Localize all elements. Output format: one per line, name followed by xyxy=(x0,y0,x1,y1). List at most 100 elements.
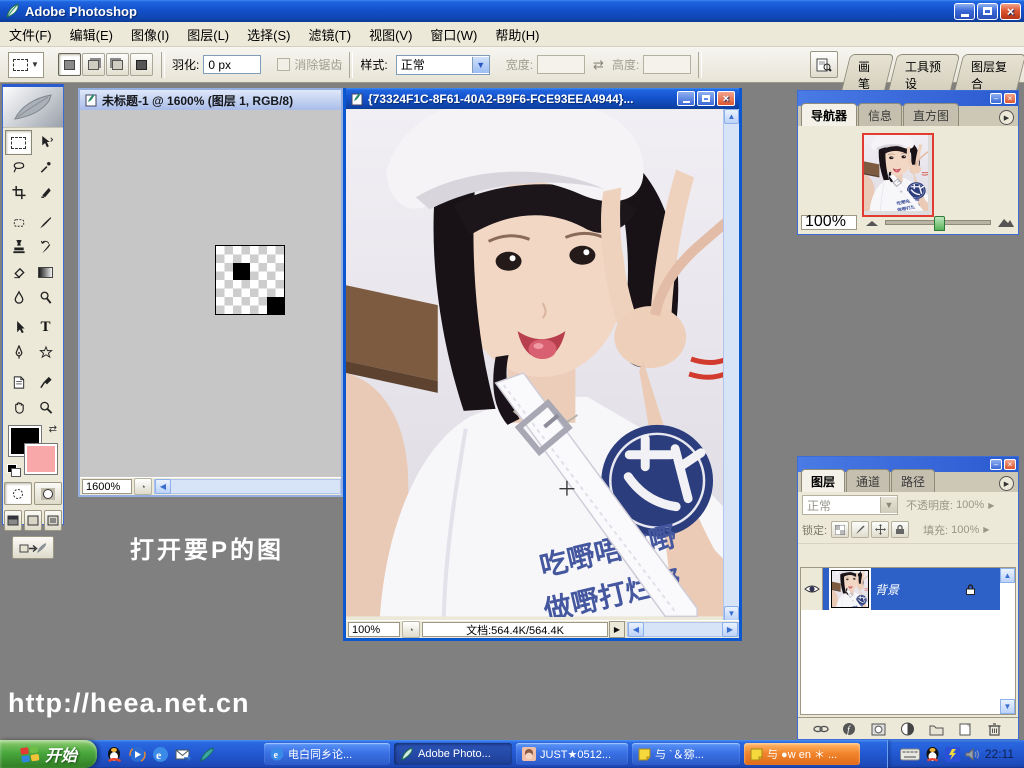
chevron-down-icon[interactable]: ▼ xyxy=(880,497,897,513)
tool-move[interactable] xyxy=(32,130,59,155)
menu-select[interactable]: 选择(S) xyxy=(238,22,299,47)
task-qq-chat-1[interactable]: JUST★0512... xyxy=(516,743,628,765)
tool-brush[interactable] xyxy=(32,210,59,235)
new-layer-icon[interactable] xyxy=(958,722,974,736)
tool-pen[interactable] xyxy=(5,340,32,365)
qq-service-tray-icon[interactable] xyxy=(944,746,960,762)
panel-close-button[interactable]: × xyxy=(1004,459,1016,470)
layer-mask-icon[interactable] xyxy=(871,722,887,736)
tab-navigator[interactable]: 导航器 xyxy=(801,103,858,126)
minimize-button[interactable] xyxy=(954,2,975,20)
doc-minimize-button[interactable] xyxy=(677,91,695,106)
app-titlebar[interactable]: Adobe Photoshop × xyxy=(0,0,1024,22)
menu-image[interactable]: 图像(I) xyxy=(122,22,178,47)
fill-value[interactable]: 100% xyxy=(951,524,979,536)
opacity-flyout-icon[interactable]: ▶ xyxy=(988,501,994,510)
doc1-titlebar[interactable]: 未标题-1 @ 1600% (图层 1, RGB/8) xyxy=(80,90,341,110)
selection-mode-intersect-button[interactable] xyxy=(130,53,153,76)
quick-mask-mode-button[interactable] xyxy=(34,482,62,505)
doc1-hscrollbar[interactable]: ◀ xyxy=(154,479,341,494)
lock-transparency-button[interactable] xyxy=(831,521,850,538)
document-window-photo[interactable]: {73324F1C-8F61-40A2-B9F6-FCE93EEA4944}..… xyxy=(343,88,742,641)
panel-menu-icon[interactable]: ▶ xyxy=(999,476,1014,491)
media-player-icon[interactable] xyxy=(129,745,146,763)
tool-eraser[interactable] xyxy=(5,260,32,285)
qq-tray-icon[interactable] xyxy=(925,746,940,762)
doc2-titlebar[interactable]: {73324F1C-8F61-40A2-B9F6-FCE93EEA4944}..… xyxy=(346,88,739,109)
tool-dodge[interactable] xyxy=(32,285,59,310)
screen-mode-fullscreen-menu-button[interactable] xyxy=(24,510,42,531)
tool-custom-shape[interactable] xyxy=(32,340,59,365)
panel-minimize-button[interactable]: – xyxy=(990,93,1002,104)
internet-explorer-icon[interactable]: e xyxy=(152,746,169,763)
tab-histogram[interactable]: 直方图 xyxy=(903,103,960,126)
panel-close-button[interactable]: × xyxy=(1004,93,1016,104)
zoom-out-icon[interactable] xyxy=(865,218,879,227)
menu-filter[interactable]: 滤镜(T) xyxy=(299,22,360,47)
standard-mode-button[interactable] xyxy=(4,482,32,505)
tool-type[interactable]: T xyxy=(32,315,59,340)
tool-preset-picker[interactable]: ▼ xyxy=(8,51,44,78)
tool-slice[interactable] xyxy=(32,180,59,205)
antialias-checkbox[interactable] xyxy=(277,58,291,71)
tab-layers[interactable]: 图层 xyxy=(801,469,846,492)
menu-layer[interactable]: 图层(L) xyxy=(178,22,238,47)
tool-path-select[interactable] xyxy=(5,315,32,340)
tool-rect-marquee[interactable] xyxy=(5,130,32,155)
scroll-left-icon[interactable]: ◀ xyxy=(628,622,644,637)
width-input[interactable] xyxy=(537,55,586,74)
zoom-slider-thumb[interactable] xyxy=(933,215,945,231)
feather-input[interactable]: 0 px xyxy=(203,55,262,74)
scroll-up-icon[interactable]: ▲ xyxy=(724,109,739,124)
photo-selfie-girl[interactable]: 吃嘢唔做嘢 做嘢打烂嘢 xyxy=(346,109,727,617)
navigator-proxy-view[interactable] xyxy=(862,132,934,217)
layer-row-background[interactable]: 背景 xyxy=(801,568,1000,616)
tab-info[interactable]: 信息 xyxy=(858,103,903,126)
jump-to-imageready-button[interactable] xyxy=(12,536,54,559)
tab-paths[interactable]: 路径 xyxy=(891,469,936,492)
layer-style-icon[interactable]: f xyxy=(842,722,858,736)
blend-mode-select[interactable]: 正常 ▼ xyxy=(802,495,898,515)
lock-paint-button[interactable] xyxy=(851,521,870,538)
tab-channels[interactable]: 通道 xyxy=(846,469,891,492)
volume-tray-icon[interactable] xyxy=(965,747,980,761)
tool-eyedropper[interactable] xyxy=(32,370,59,395)
start-button[interactable]: 开始 xyxy=(0,740,97,768)
tool-zoom[interactable] xyxy=(32,395,59,420)
menu-window[interactable]: 窗口(W) xyxy=(421,22,486,47)
tool-clone-stamp[interactable] xyxy=(5,235,32,260)
file-browser-button[interactable] xyxy=(810,51,838,78)
panel-minimize-button[interactable]: – xyxy=(990,459,1002,470)
selection-mode-new-button[interactable] xyxy=(58,53,81,76)
tool-healing-patch[interactable] xyxy=(5,210,32,235)
task-qq-chat-2[interactable]: 与 ˋ＆猕... xyxy=(632,743,740,765)
scroll-left-icon[interactable]: ◀ xyxy=(155,479,171,494)
swap-dimensions-icon[interactable]: ⇄ xyxy=(593,57,604,73)
close-button[interactable]: × xyxy=(1000,2,1021,20)
task-qq-chat-3-flashing[interactable]: 与 ●w en ＊ ... xyxy=(744,743,860,765)
doc2-hscrollbar[interactable]: ◀ ▶ xyxy=(627,622,739,637)
maximize-button[interactable] xyxy=(977,2,998,20)
new-group-icon[interactable] xyxy=(929,722,945,736)
tool-magic-wand[interactable] xyxy=(32,155,59,180)
tray-clock[interactable]: 22:11 xyxy=(985,747,1014,761)
tool-gradient[interactable] xyxy=(32,260,59,285)
height-input[interactable] xyxy=(643,55,692,74)
keyboard-tray-icon[interactable] xyxy=(899,748,920,761)
scroll-right-icon[interactable]: ▶ xyxy=(722,622,738,637)
layer-thumbnail[interactable] xyxy=(829,568,871,616)
layers-scroll-down[interactable]: ▼ xyxy=(1000,699,1015,714)
layer-visibility-toggle[interactable] xyxy=(801,568,823,610)
doc2-zoom-field[interactable]: 100% xyxy=(348,622,400,637)
menu-file[interactable]: 文件(F) xyxy=(0,22,61,47)
qq-quicklaunch-icon[interactable] xyxy=(106,746,123,763)
scroll-down-icon[interactable]: ▼ xyxy=(724,606,739,621)
outlook-express-icon[interactable] xyxy=(175,746,192,763)
doc-close-button[interactable]: × xyxy=(717,91,735,106)
canvas-checkerboard[interactable] xyxy=(215,245,285,315)
zoom-in-icon[interactable] xyxy=(997,216,1015,228)
fill-flyout-icon[interactable]: ▶ xyxy=(983,525,989,534)
default-colors-icon[interactable] xyxy=(7,464,21,477)
menu-help[interactable]: 帮助(H) xyxy=(486,22,548,47)
menu-view[interactable]: 视图(V) xyxy=(360,22,421,47)
